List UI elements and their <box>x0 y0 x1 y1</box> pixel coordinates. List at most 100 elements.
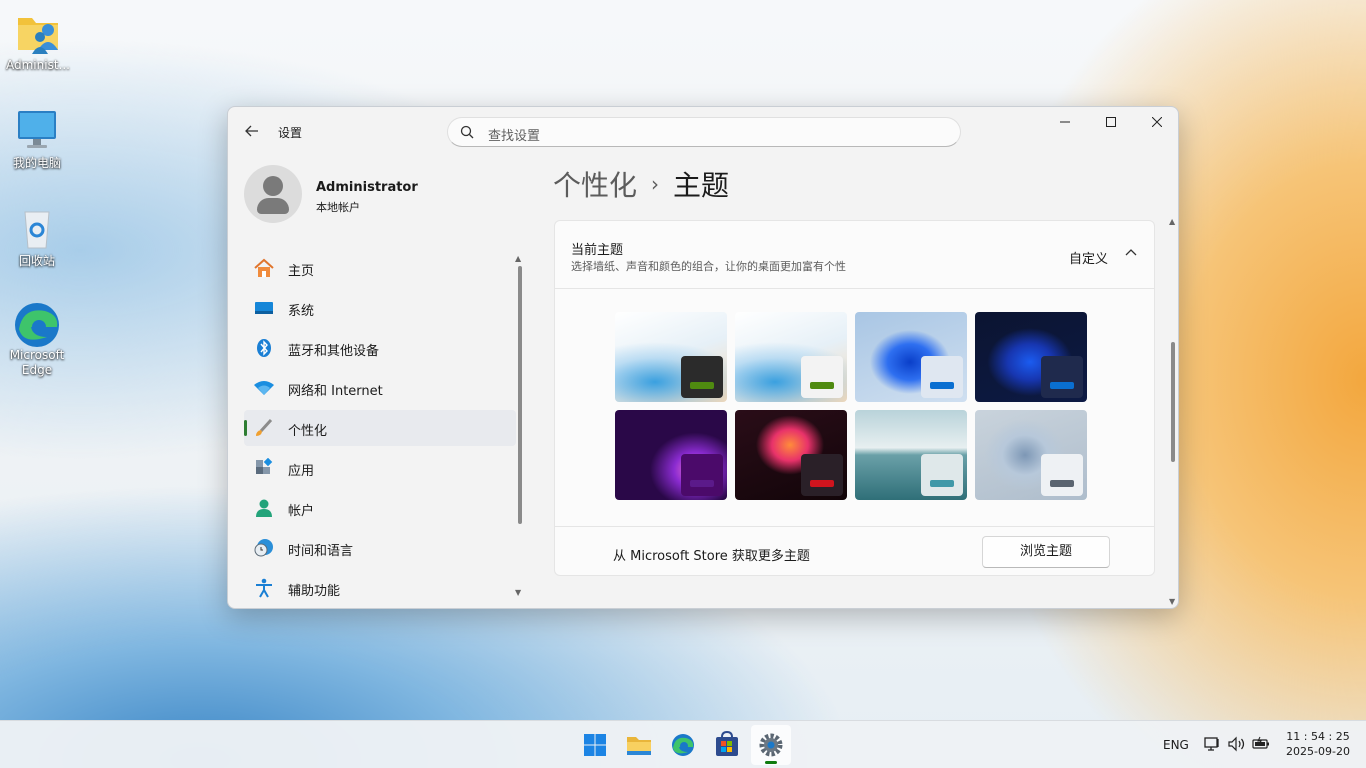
settings-window: 设置 查找设置 Administrator 本地帐户 主页 系统 蓝牙和其他设备… <box>227 106 1179 609</box>
scroll-down-icon[interactable]: ▼ <box>515 588 521 597</box>
accent-bar <box>690 382 714 389</box>
theme-tile[interactable] <box>975 312 1087 402</box>
home-icon <box>254 258 274 277</box>
breadcrumb: 个性化 › 主题 <box>553 164 729 204</box>
theme-swatch <box>681 454 723 496</box>
close-icon <box>1151 116 1163 128</box>
theme-swatch <box>801 454 843 496</box>
sidebar-item-time-language[interactable]: 时间和语言 <box>244 530 516 566</box>
sidebar-item-label: 个性化 <box>288 424 328 439</box>
settings-button[interactable] <box>751 725 791 765</box>
desktop-icon-label: 回收站 <box>18 254 55 268</box>
edge-button[interactable] <box>663 725 703 765</box>
clock[interactable]: 11 : 54 : 25 2025-09-20 <box>1283 729 1353 759</box>
sidebar-scrollbar[interactable]: ▲ ▼ <box>515 254 523 599</box>
desktop-icon-recycle-bin[interactable]: 回收站 <box>1 206 73 269</box>
start-button[interactable] <box>575 725 615 765</box>
content-scrollbar[interactable]: ▲ ▼ <box>1169 217 1177 607</box>
sidebar-item-label: 主页 <box>288 264 315 279</box>
scroll-up-icon[interactable]: ▲ <box>1169 217 1175 226</box>
theme-tile[interactable] <box>735 312 847 402</box>
sidebar-item-network[interactable]: 网络和 Internet <box>244 370 516 406</box>
language-indicator[interactable]: ENG <box>1163 738 1189 754</box>
time-language-icon <box>254 539 273 557</box>
theme-swatch <box>1041 454 1083 496</box>
language-label: ENG <box>1163 738 1189 752</box>
search-placeholder: 查找设置 <box>488 129 541 144</box>
theme-tile[interactable] <box>855 410 967 500</box>
chevron-up-icon[interactable] <box>1123 245 1139 261</box>
scrollbar-thumb[interactable] <box>1171 342 1175 462</box>
recycle-bin-icon <box>13 206 61 252</box>
avatar <box>244 165 302 223</box>
sidebar-item-accessibility[interactable]: 辅助功能 <box>244 570 516 606</box>
volume-icon[interactable] <box>1227 735 1247 753</box>
theme-tile[interactable] <box>735 410 847 500</box>
theme-tile[interactable] <box>855 312 967 402</box>
account-icon <box>256 499 272 517</box>
start-icon <box>584 734 606 756</box>
store-button[interactable] <box>707 725 747 765</box>
maximize-button[interactable] <box>1088 107 1134 139</box>
theme-tile[interactable] <box>975 410 1087 500</box>
desktop-icon-administrator[interactable]: Administ... <box>2 10 74 73</box>
sidebar-item-home[interactable]: 主页 <box>244 250 516 286</box>
sidebar-item-bluetooth[interactable]: 蓝牙和其他设备 <box>244 330 516 366</box>
scrollbar-thumb[interactable] <box>518 266 522 524</box>
theme-tile[interactable] <box>615 410 727 500</box>
close-button[interactable] <box>1134 107 1178 139</box>
minimize-button[interactable] <box>1042 107 1088 139</box>
sidebar-item-accounts[interactable]: 帐户 <box>244 490 516 526</box>
title-bar: 设置 查找设置 <box>228 107 1178 155</box>
active-indicator <box>765 761 777 764</box>
store-icon <box>716 730 738 756</box>
system-icon <box>255 302 273 314</box>
theme-tile[interactable] <box>615 312 727 402</box>
scroll-up-icon[interactable]: ▲ <box>515 254 521 263</box>
clock-time: 11 : 54 : 25 <box>1286 730 1350 743</box>
accent-bar <box>1050 480 1074 487</box>
account-type: 本地帐户 <box>316 201 360 214</box>
search-input[interactable]: 查找设置 <box>447 117 961 147</box>
browse-themes-button[interactable]: 浏览主题 <box>982 536 1110 568</box>
battery-icon[interactable] <box>1251 735 1271 753</box>
desktop-icon-my-computer[interactable]: 我的电脑 <box>1 108 73 171</box>
sidebar-item-personalization[interactable]: 个性化 <box>244 410 516 446</box>
file-explorer-icon <box>627 737 651 755</box>
sidebar-nav: 主页 系统 蓝牙和其他设备 网络和 Internet 个性化 应用 帐户 时间和… <box>244 250 516 608</box>
current-theme-header[interactable]: 当前主题 选择墙纸、声音和颜色的组合，让你的桌面更加富有个性 自定义 <box>555 221 1154 289</box>
page-title: 主题 <box>673 169 730 202</box>
network-icon[interactable] <box>1203 735 1221 753</box>
accent-bar <box>1050 382 1074 389</box>
back-button[interactable] <box>240 119 264 143</box>
search-icon <box>460 125 474 139</box>
sidebar-item-label: 应用 <box>288 464 315 479</box>
app-title: 设置 <box>278 126 303 140</box>
sidebar-item-system[interactable]: 系统 <box>244 290 516 326</box>
sidebar-item-label: 帐户 <box>288 504 315 519</box>
breadcrumb-parent[interactable]: 个性化 <box>553 169 637 202</box>
accent-bar <box>810 480 834 487</box>
chevron-right-icon: › <box>651 172 660 196</box>
accent-bar <box>810 382 834 389</box>
store-text: 从 Microsoft Store 获取更多主题 <box>613 549 810 564</box>
settings-icon <box>759 733 783 757</box>
sidebar-item-apps[interactable]: 应用 <box>244 450 516 486</box>
wifi-icon <box>254 381 274 395</box>
sidebar-item-label: 时间和语言 <box>288 544 354 559</box>
theme-swatch <box>1041 356 1083 398</box>
monitor-icon <box>13 108 61 154</box>
scroll-down-icon[interactable]: ▼ <box>1169 597 1175 606</box>
edge-icon <box>672 734 694 756</box>
user-folder-icon <box>14 10 62 56</box>
taskbar: ENG 11 : 54 : 25 2025-09-20 <box>0 720 1366 768</box>
desktop-icon-label: 我的电脑 <box>12 156 61 170</box>
bluetooth-icon <box>257 339 271 357</box>
user-profile[interactable]: Administrator 本地帐户 <box>244 165 524 225</box>
sidebar-item-label: 辅助功能 <box>288 584 341 599</box>
current-theme-card: 当前主题 选择墙纸、声音和颜色的组合，让你的桌面更加富有个性 自定义 从 Mic… <box>554 220 1155 576</box>
desktop-icon-edge[interactable]: Microsoft Edge <box>1 300 73 378</box>
brush-icon <box>256 418 273 436</box>
file-explorer-button[interactable] <box>619 725 659 765</box>
sidebar-item-label: 系统 <box>288 304 315 319</box>
